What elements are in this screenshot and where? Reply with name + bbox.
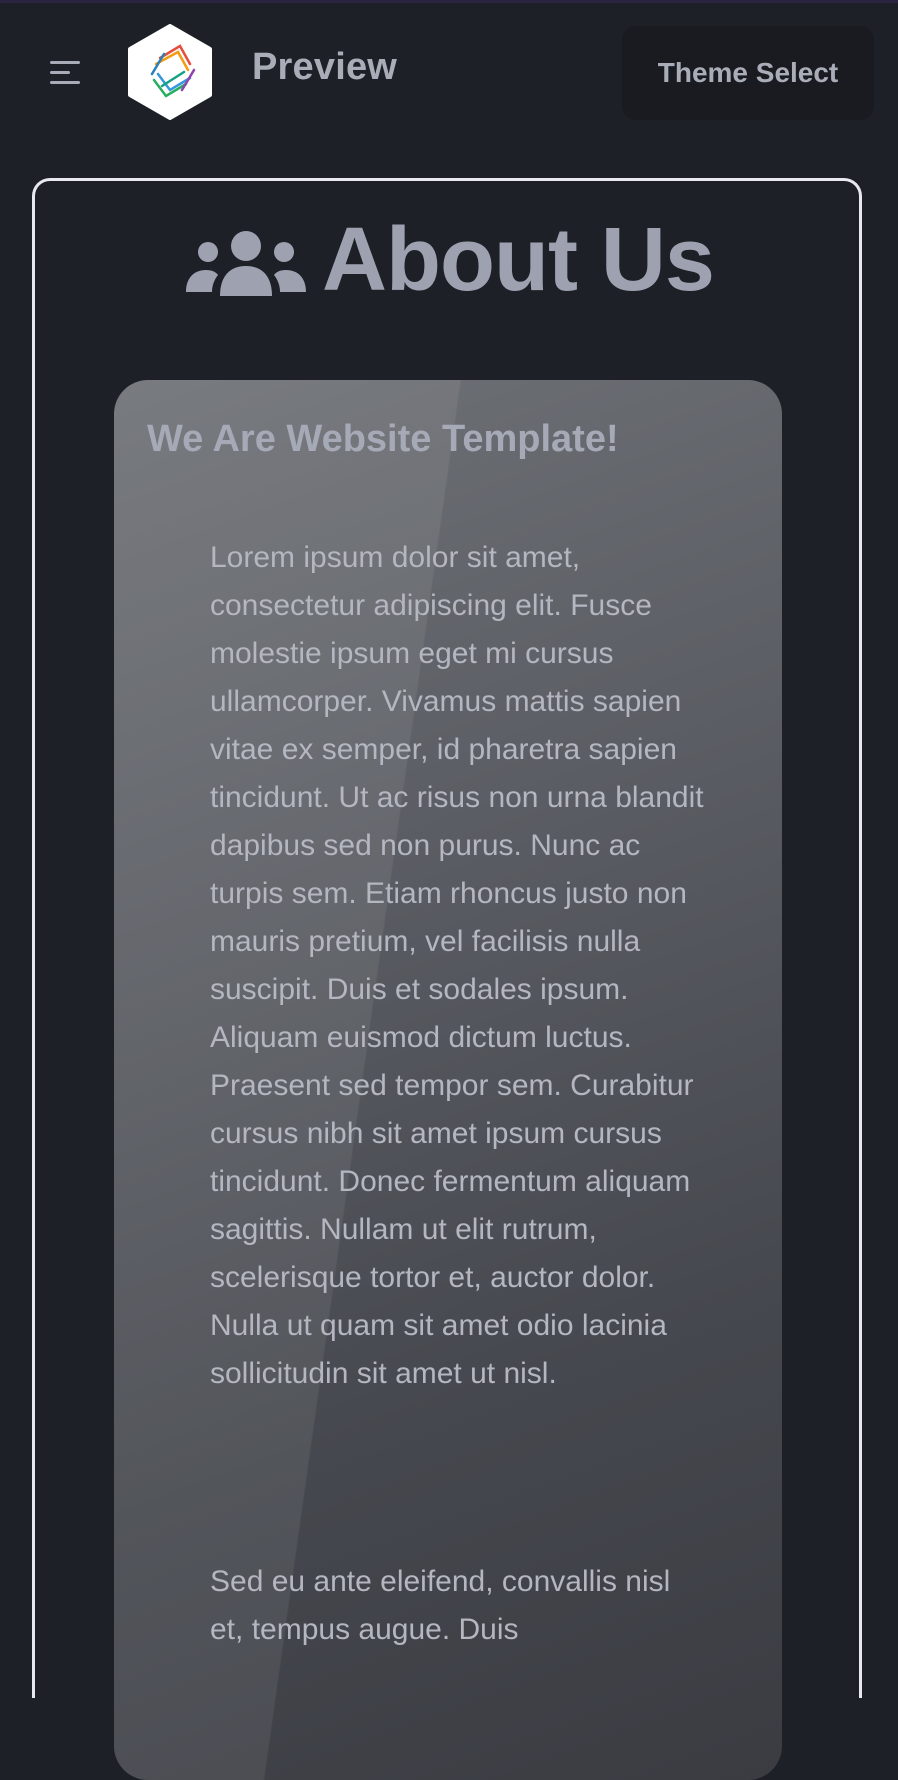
app-logo[interactable] (126, 24, 214, 120)
navbar: Preview Theme Select (0, 0, 898, 150)
about-paragraph: Lorem ipsum dolor sit amet, consectetur … (210, 541, 704, 1390)
brand-title[interactable]: Preview (252, 46, 397, 89)
page-title: About Us (322, 209, 715, 310)
theme-select-button[interactable]: Theme Select (622, 26, 874, 120)
users-icon (186, 231, 307, 296)
page-heading: About Us (0, 210, 898, 310)
about-paragraph: Sed eu ante eleifend, convallis nisl et,… (210, 1565, 671, 1646)
card-heading: We Are Website Template! (147, 418, 619, 460)
about-card: We Are Website Template! Lorem ipsum dol… (114, 380, 782, 1780)
hamburger-menu-icon[interactable] (50, 58, 84, 88)
